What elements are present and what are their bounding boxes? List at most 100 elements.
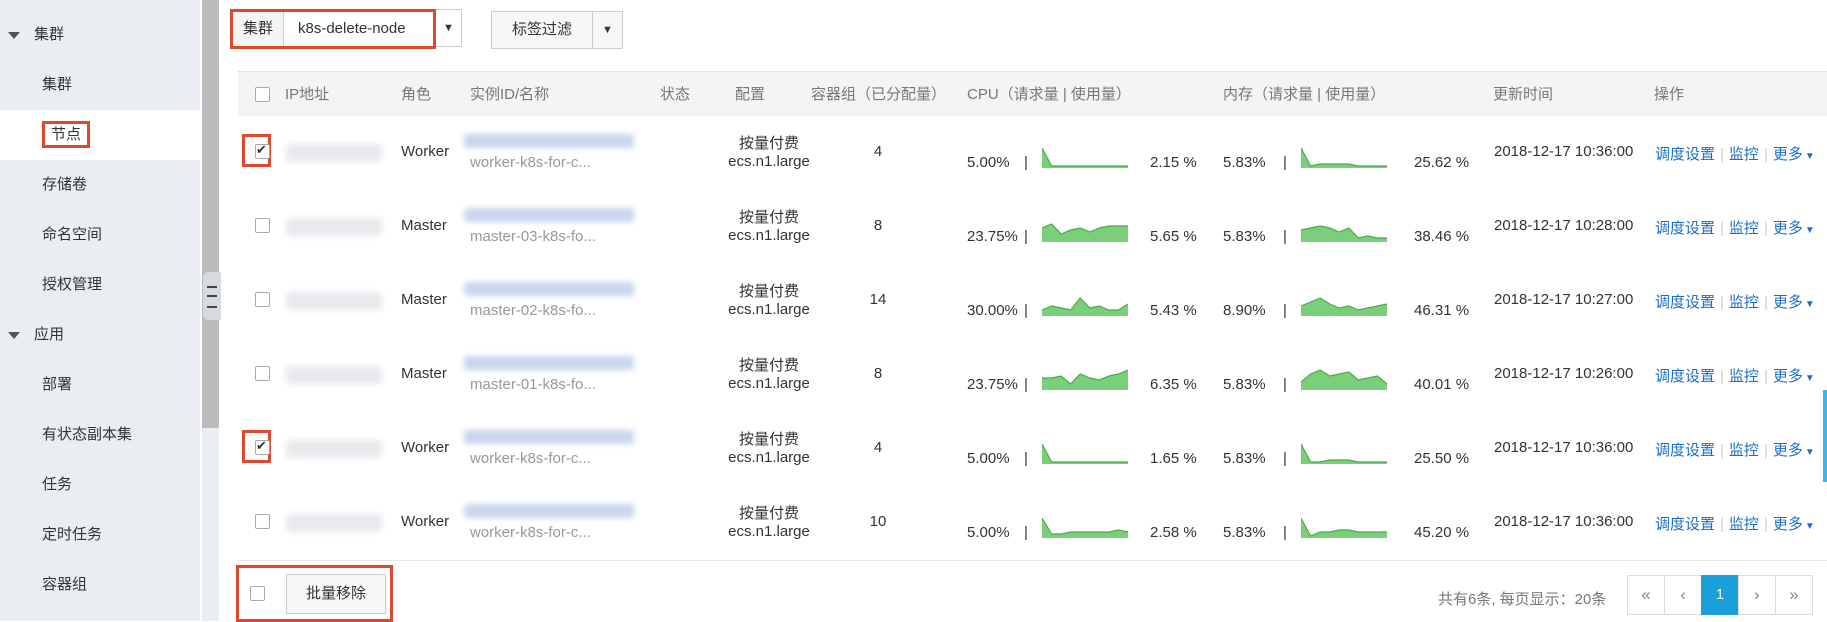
schedule-settings-link[interactable]: 调度设置 [1655, 294, 1715, 311]
sidebar-group-1[interactable]: 应用 [0, 310, 200, 360]
memory-usage: 25.50 % [1414, 450, 1470, 467]
monitor-link[interactable]: 监控 [1729, 516, 1759, 533]
row-actions: 调度设置 | 监控 | 更多 ▼ [1655, 439, 1815, 460]
row-checkbox[interactable] [255, 142, 270, 159]
more-link[interactable]: 更多 ▼ [1773, 220, 1815, 237]
next-page-button[interactable]: › [1738, 575, 1776, 615]
sidebar-item-0-3[interactable]: 命名空间 [0, 210, 200, 260]
more-link[interactable]: 更多 ▼ [1773, 516, 1815, 533]
memory-separator: | [1283, 154, 1287, 171]
bulk-remove-button[interactable]: 批量移除 [286, 574, 386, 614]
sidebar-collapse-toggle[interactable] [203, 272, 221, 320]
monitor-link[interactable]: 监控 [1729, 220, 1759, 237]
more-link[interactable]: 更多 ▼ [1773, 294, 1815, 311]
pod-count: 14 [869, 291, 887, 308]
tag-filter-button[interactable]: 标签过滤 ▼ [491, 11, 623, 49]
instance-id-redacted[interactable] [464, 134, 634, 148]
more-label: 更多 [1772, 146, 1803, 163]
memory-request: 5.83% [1223, 524, 1266, 541]
cluster-select[interactable]: 集群 k8s-delete-node [230, 9, 436, 49]
th-status: 状态 [660, 86, 691, 103]
sidebar-item-1-0[interactable]: 部署 [0, 360, 200, 410]
memory-sparkline [1300, 138, 1387, 172]
cpu-request: 23.75% [967, 228, 1018, 245]
action-separator: | [1720, 516, 1724, 533]
action-separator: | [1763, 146, 1768, 163]
instance-id-redacted[interactable] [464, 430, 634, 444]
schedule-settings-link[interactable]: 调度设置 [1655, 368, 1715, 385]
instance-name[interactable]: worker-k8s-for-c... [470, 154, 591, 171]
cluster-select-value[interactable]: k8s-delete-node [284, 12, 406, 46]
monitor-link[interactable]: 监控 [1729, 294, 1759, 311]
sidebar-item-1-2[interactable]: 任务 [0, 460, 200, 510]
instance-name[interactable]: master-03-k8s-fo... [470, 228, 596, 245]
th-cpu: CPU（请求量 | 使用量） [967, 86, 1131, 103]
th-actions: 操作 [1654, 86, 1685, 103]
instance-id-redacted[interactable] [464, 356, 634, 370]
sidebar-item-0-0[interactable]: 集群 [0, 60, 200, 110]
instance-name[interactable]: worker-k8s-for-c... [470, 524, 591, 541]
schedule-settings-link[interactable]: 调度设置 [1655, 516, 1715, 533]
cpu-usage: 6.35 % [1150, 376, 1197, 393]
more-link[interactable]: 更多 ▼ [1773, 368, 1815, 385]
update-time: 2018-12-17 10:26:00 [1494, 365, 1634, 382]
sidebar-item-1-4[interactable]: 容器组 [0, 560, 200, 610]
table-header: IP地址 角色 实例ID/名称 状态 配置 容器组（已分配量） CPU（请求量 … [238, 71, 1827, 118]
instance-name[interactable]: master-01-k8s-fo... [470, 376, 596, 393]
th-ip: IP地址 [285, 86, 330, 103]
row-checkbox[interactable] [255, 292, 270, 307]
monitor-link[interactable]: 监控 [1729, 442, 1759, 459]
instance-id-redacted[interactable] [464, 504, 634, 518]
th-instance: 实例ID/名称 [470, 86, 550, 103]
feedback-tab[interactable] [1823, 390, 1827, 482]
select-all-checkbox[interactable] [255, 87, 270, 102]
update-time: 2018-12-17 10:36:00 [1494, 439, 1634, 456]
action-separator: | [1763, 442, 1768, 459]
pod-count: 8 [873, 217, 883, 234]
billing-type: 按量付费 [738, 283, 799, 300]
monitor-link[interactable]: 监控 [1729, 368, 1759, 385]
instance-id-redacted[interactable] [464, 208, 634, 222]
scrollbar-thumb[interactable] [202, 0, 219, 428]
tag-filter-label: 标签过滤 [492, 12, 593, 48]
chevron-down-icon[interactable]: ▼ [593, 12, 622, 48]
pod-count: 10 [869, 513, 887, 530]
cpu-usage: 5.43 % [1150, 302, 1197, 319]
schedule-settings-link[interactable]: 调度设置 [1655, 146, 1715, 163]
action-separator: | [1720, 294, 1724, 311]
cluster-filter[interactable]: 集群 k8s-delete-node ▼ [230, 9, 462, 49]
sidebar-item-label: 节点 [42, 121, 91, 148]
first-page-button[interactable]: « [1627, 575, 1665, 615]
memory-separator: | [1283, 302, 1287, 319]
sidebar-item-0-2[interactable]: 存储卷 [0, 160, 200, 210]
prev-page-button[interactable]: ‹ [1664, 575, 1702, 615]
instance-name[interactable]: worker-k8s-for-c... [470, 450, 591, 467]
schedule-settings-link[interactable]: 调度设置 [1655, 220, 1715, 237]
row-actions: 调度设置 | 监控 | 更多 ▼ [1655, 217, 1815, 238]
memory-usage: 38.46 % [1414, 228, 1470, 245]
row-checkbox[interactable] [255, 514, 270, 529]
last-page-button[interactable]: » [1775, 575, 1813, 615]
monitor-link[interactable]: 监控 [1729, 146, 1759, 163]
more-link[interactable]: 更多 ▼ [1773, 146, 1815, 163]
update-time: 2018-12-17 10:36:00 [1494, 143, 1634, 160]
sidebar-group-0[interactable]: 集群 [0, 10, 200, 60]
sidebar-item-0-4[interactable]: 授权管理 [0, 260, 200, 310]
sidebar-item-0-1[interactable]: 节点 [0, 110, 200, 160]
chevron-down-icon[interactable]: ▼ [436, 9, 462, 47]
memory-usage: 45.20 % [1414, 524, 1470, 541]
schedule-settings-link[interactable]: 调度设置 [1655, 442, 1715, 459]
footer-select-all-checkbox[interactable] [250, 586, 265, 601]
instance-id-redacted[interactable] [464, 282, 634, 296]
row-checkbox[interactable] [255, 366, 270, 381]
page-1-button[interactable]: 1 [1701, 575, 1739, 615]
sidebar-item-1-1[interactable]: 有状态副本集 [0, 410, 200, 460]
sidebar-group-label: 应用 [34, 326, 65, 343]
sidebar-item-1-3[interactable]: 定时任务 [0, 510, 200, 560]
row-checkbox[interactable] [255, 438, 270, 455]
instance-name[interactable]: master-02-k8s-fo... [470, 302, 596, 319]
billing-type: 按量付费 [738, 209, 799, 226]
more-link[interactable]: 更多 ▼ [1773, 442, 1815, 459]
row-checkbox[interactable] [255, 218, 270, 233]
instance-spec: ecs.n1.large [728, 301, 810, 318]
